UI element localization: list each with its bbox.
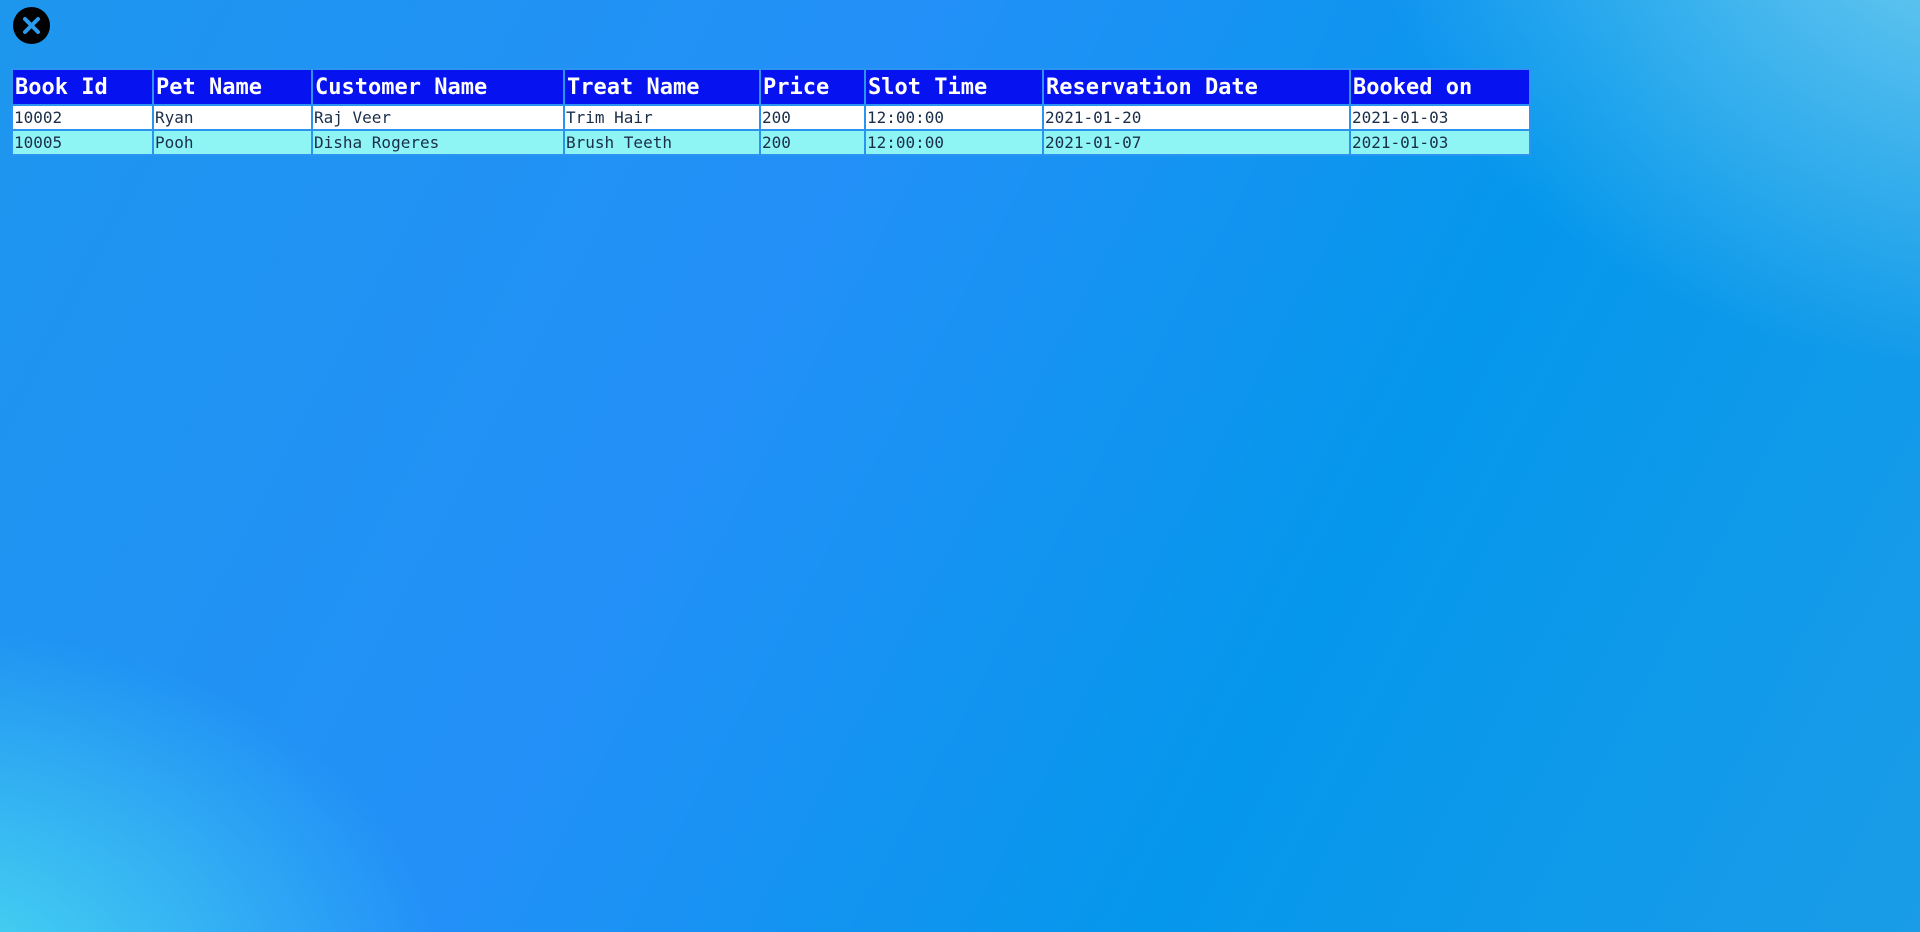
header-reservation-date: Reservation Date [1044, 70, 1349, 104]
cell-price: 200 [761, 106, 864, 129]
cell-customer-name: Disha Rogeres [313, 131, 563, 154]
table-row: 10002 Ryan Raj Veer Trim Hair 200 12:00:… [13, 106, 1529, 129]
header-customer-name: Customer Name [313, 70, 563, 104]
cell-pet-name: Pooh [154, 131, 311, 154]
cell-price: 200 [761, 131, 864, 154]
header-booked-on: Booked on [1351, 70, 1529, 104]
table-row: 10005 Pooh Disha Rogeres Brush Teeth 200… [13, 131, 1529, 154]
cell-book-id: 10002 [13, 106, 152, 129]
header-treat-name: Treat Name [565, 70, 759, 104]
header-price: Price [761, 70, 864, 104]
cell-treat-name: Brush Teeth [565, 131, 759, 154]
bookings-table: Book Id Pet Name Customer Name Treat Nam… [11, 68, 1531, 156]
cell-reservation-date: 2021-01-07 [1044, 131, 1349, 154]
cell-booked-on: 2021-01-03 [1351, 106, 1529, 129]
cell-pet-name: Ryan [154, 106, 311, 129]
cell-reservation-date: 2021-01-20 [1044, 106, 1349, 129]
header-pet-name: Pet Name [154, 70, 311, 104]
close-icon [23, 17, 40, 34]
header-slot-time: Slot Time [866, 70, 1042, 104]
cell-slot-time: 12:00:00 [866, 106, 1042, 129]
table-header-row: Book Id Pet Name Customer Name Treat Nam… [13, 70, 1529, 104]
cell-booked-on: 2021-01-03 [1351, 131, 1529, 154]
cell-slot-time: 12:00:00 [866, 131, 1042, 154]
cell-treat-name: Trim Hair [565, 106, 759, 129]
cell-customer-name: Raj Veer [313, 106, 563, 129]
close-button[interactable] [13, 7, 50, 44]
cell-book-id: 10005 [13, 131, 152, 154]
header-book-id: Book Id [13, 70, 152, 104]
